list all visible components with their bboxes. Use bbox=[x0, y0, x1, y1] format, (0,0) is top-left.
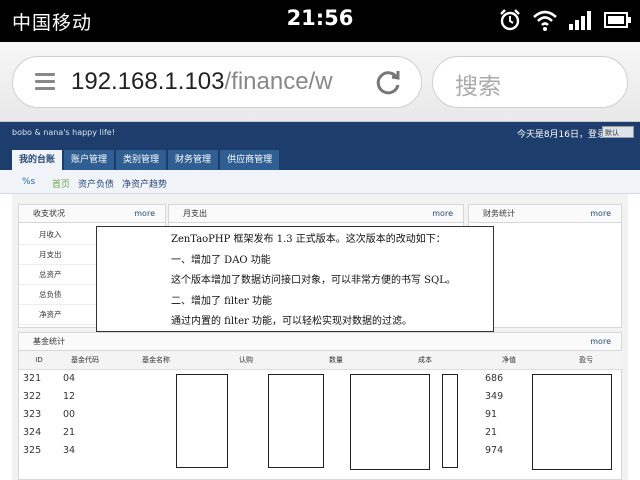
subnav-placeholder: %s bbox=[22, 177, 36, 187]
popup-line: 这个版本增加了数据访问接口对象，可以非常方便的书写 SQL。 bbox=[171, 275, 456, 286]
fund-code: 00 bbox=[63, 408, 76, 420]
browser-toolbar: 192.168.1.103/finance/w 搜索 bbox=[0, 42, 640, 122]
url-path: /finance/w bbox=[224, 68, 333, 95]
fund-code: 04 bbox=[63, 372, 76, 384]
subnav-assets-liabilities[interactable]: 资产负债 bbox=[78, 177, 114, 190]
site-slogan: bobo & nana's happy life! bbox=[12, 128, 115, 137]
tab-category-management[interactable]: 类别管理 bbox=[116, 150, 167, 170]
address-bar[interactable]: 192.168.1.103/finance/w bbox=[12, 56, 422, 108]
url-text[interactable]: 192.168.1.103/finance/w bbox=[71, 68, 363, 96]
date-login-text[interactable]: 今天是8月16日，登录 bbox=[517, 127, 606, 140]
wifi-icon bbox=[533, 10, 557, 31]
reload-icon[interactable] bbox=[373, 68, 403, 98]
release-notes-popup: ZenTaoPHP 框架发布 1.3 正式版本。这次版本的改动如下： 一、增加了… bbox=[96, 226, 494, 332]
table-header-row: ID 基金代码 基金名称 认购 数量 成本 净值 盈亏 bbox=[19, 351, 623, 370]
popup-line: 一、增加了 DAO 功能 bbox=[171, 254, 271, 266]
tab-my-ledger[interactable]: 我的台账 bbox=[12, 150, 63, 170]
alarm-icon bbox=[500, 9, 520, 31]
column-header: ID bbox=[19, 351, 59, 370]
column-header: 净值 bbox=[469, 351, 549, 370]
column-header: 成本 bbox=[381, 351, 469, 370]
tab-finance-management[interactable]: 财务管理 bbox=[168, 150, 219, 170]
popup-line: 二、增加了 filter 功能 bbox=[171, 295, 272, 307]
redaction-box bbox=[176, 374, 228, 468]
subnav-net-asset-trend[interactable]: 净资产趋势 bbox=[122, 177, 167, 190]
panel-header: 月支出 more bbox=[169, 205, 463, 223]
panel-title: 财务统计 bbox=[483, 209, 515, 218]
signal-icon bbox=[569, 11, 591, 30]
tab-supplier-management[interactable]: 供应商管理 bbox=[220, 150, 280, 170]
fund-code: 12 bbox=[63, 390, 76, 402]
tab-account-management[interactable]: 账户管理 bbox=[64, 150, 115, 170]
search-input[interactable]: 搜索 bbox=[432, 56, 628, 108]
fund-id: 321 bbox=[23, 372, 42, 384]
more-link[interactable]: more bbox=[590, 205, 611, 222]
popup-line: ZenTaoPHP 框架发布 1.3 正式版本。这次版本的改动如下： bbox=[171, 234, 446, 245]
column-header: 认购 bbox=[201, 351, 291, 370]
panel-title: 月支出 bbox=[183, 209, 207, 218]
fund-code: 34 bbox=[63, 444, 76, 456]
url-host: 192.168.1.103 bbox=[71, 68, 225, 95]
redaction-box bbox=[268, 374, 324, 468]
language-select[interactable]: 默认 bbox=[602, 126, 634, 138]
panel-header: 财务统计 more bbox=[469, 205, 621, 223]
subnav-links: 首页 资产负债 净资产趋势 bbox=[52, 177, 167, 190]
menu-icon[interactable] bbox=[35, 73, 55, 91]
fund-code: 21 bbox=[63, 426, 76, 438]
column-header: 盈亏 bbox=[549, 351, 623, 370]
subnav-home[interactable]: 首页 bbox=[52, 177, 70, 190]
main-nav: 我的台账 账户管理 类别管理 财务管理 供应商管理 bbox=[12, 150, 280, 170]
column-header: 基金代码 bbox=[59, 351, 111, 370]
fund-id: 324 bbox=[23, 426, 42, 438]
panel-title: 基金统计 bbox=[33, 337, 65, 346]
panel-header: 基金统计 more bbox=[19, 333, 621, 351]
popup-line: 通过内置的 filter 功能，可以轻松实现对数据的过滤。 bbox=[171, 316, 412, 327]
redaction-box bbox=[442, 374, 458, 468]
more-link[interactable]: more bbox=[590, 333, 611, 350]
more-link[interactable]: more bbox=[432, 205, 453, 222]
column-header: 基金名称 bbox=[111, 351, 201, 370]
redaction-box bbox=[532, 374, 612, 470]
more-link[interactable]: more bbox=[134, 205, 155, 222]
fund-id: 323 bbox=[23, 408, 42, 420]
panel-header: 收支状况 more bbox=[19, 205, 165, 223]
column-header: 数量 bbox=[291, 351, 381, 370]
fund-id: 325 bbox=[23, 444, 42, 456]
panel-title: 收支状况 bbox=[33, 209, 65, 218]
status-bar: 中国移动 21:56 bbox=[0, 0, 640, 42]
battery-icon bbox=[604, 12, 631, 28]
sub-nav: %s 首页 资产负债 净资产趋势 bbox=[0, 170, 640, 194]
redaction-box bbox=[350, 374, 430, 470]
site-header: bobo & nana's happy life! 今天是8月16日，登录 默认… bbox=[0, 122, 640, 170]
fund-id: 322 bbox=[23, 390, 42, 402]
status-icons bbox=[498, 8, 632, 32]
